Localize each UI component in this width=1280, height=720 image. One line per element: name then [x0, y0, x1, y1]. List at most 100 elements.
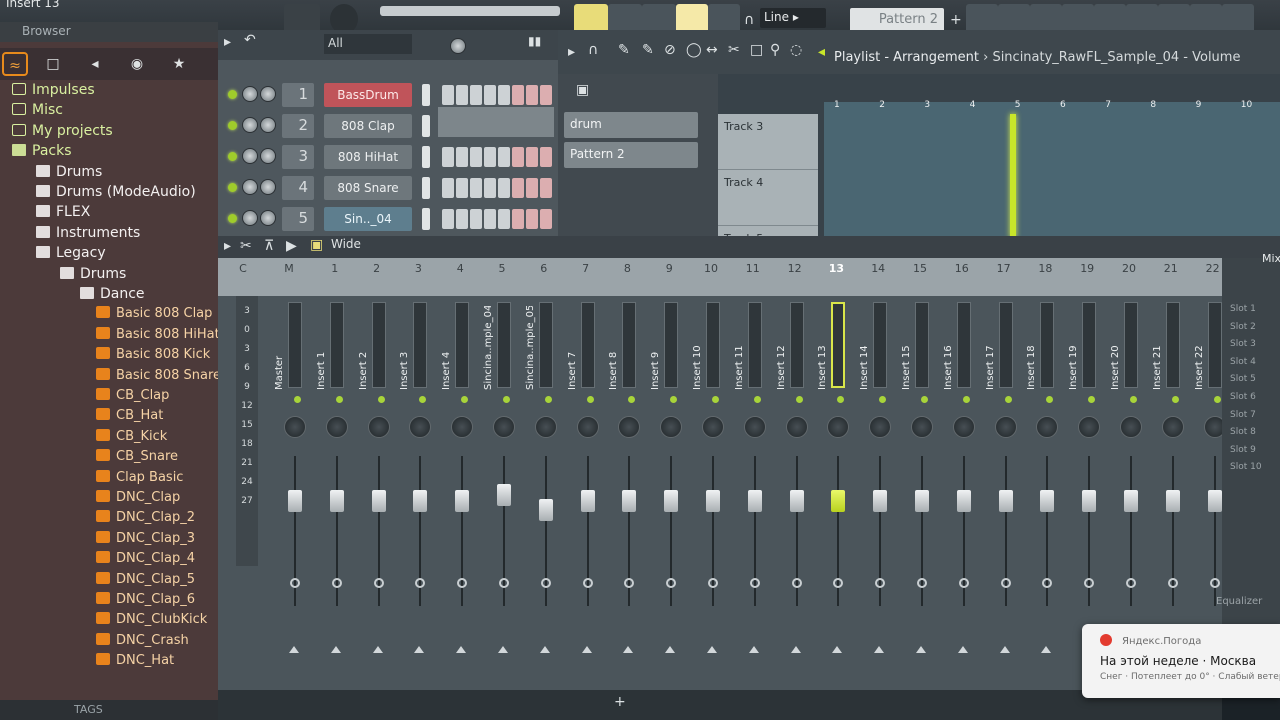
pan-knob[interactable]: [827, 416, 850, 438]
pan-knob[interactable]: [493, 416, 515, 438]
add-pattern-icon[interactable]: +: [950, 12, 962, 28]
ruler-bar-number[interactable]: 7: [1105, 100, 1111, 110]
online-tab-icon[interactable]: ◉: [124, 52, 150, 76]
browser-item[interactable]: CB_Snare: [96, 447, 178, 467]
channel-volume-knob[interactable]: [260, 86, 276, 102]
send-arrow-icon[interactable]: [790, 646, 801, 653]
mixer-slot[interactable]: Slot 4: [1230, 357, 1256, 367]
mixer-column-number[interactable]: 8: [612, 262, 642, 275]
mixer-column-number[interactable]: 19: [1072, 262, 1102, 275]
mixer-column-number[interactable]: 10: [696, 262, 726, 275]
browser-item[interactable]: Legacy: [36, 243, 106, 263]
mixer-slot[interactable]: Slot 10: [1230, 462, 1262, 472]
pan-knob[interactable]: [869, 416, 892, 438]
mixer-menu-icon[interactable]: ▸: [224, 238, 231, 254]
volume-fader[interactable]: [288, 490, 302, 512]
browser-item[interactable]: Basic 808 HiHat: [96, 325, 218, 345]
playback-tool-icon[interactable]: ◌: [790, 42, 802, 58]
mixer-strip-name[interactable]: Sincina..mple_05: [525, 306, 541, 390]
mixer-strip[interactable]: Insert 1: [316, 296, 356, 690]
step-button[interactable]: [512, 209, 524, 229]
browser-item[interactable]: Misc: [12, 100, 63, 120]
delete-tool-icon[interactable]: ⊘: [664, 42, 676, 58]
send-arrow-icon[interactable]: [665, 646, 676, 653]
fx-routing-icon[interactable]: [791, 578, 802, 588]
pan-knob[interactable]: [785, 416, 808, 438]
send-arrow-icon[interactable]: [414, 646, 425, 653]
mixer-slot[interactable]: Slot 7: [1230, 410, 1256, 420]
strip-enable-led[interactable]: [712, 396, 719, 403]
speaker-icon[interactable]: ◂: [818, 44, 825, 60]
browser-item[interactable]: Drums: [60, 264, 126, 284]
channel-row[interactable]: 1 BassDrum: [218, 80, 558, 110]
channel-name-button[interactable]: 808 Clap: [324, 114, 412, 138]
send-arrow-icon[interactable]: [289, 646, 299, 653]
browser-item[interactable]: CB_Hat: [96, 406, 163, 426]
volume-fader[interactable]: [706, 490, 720, 512]
step-button[interactable]: [512, 178, 524, 198]
channel-volume-knob[interactable]: [260, 179, 276, 195]
pan-knob[interactable]: [1161, 416, 1184, 438]
fx-routing-icon[interactable]: [1167, 578, 1178, 588]
fx-routing-icon[interactable]: [749, 578, 760, 588]
strip-enable-led[interactable]: [461, 396, 469, 403]
channel-pan-knob[interactable]: [242, 86, 258, 102]
strip-enable-led[interactable]: [962, 396, 970, 403]
mixer-column-number[interactable]: 15: [905, 262, 935, 275]
step-button[interactable]: [456, 178, 468, 198]
step-button[interactable]: [470, 178, 482, 198]
strip-enable-led[interactable]: [1130, 396, 1137, 403]
volume-fader[interactable]: [329, 490, 344, 512]
ruler-bar-number[interactable]: 5: [1015, 100, 1021, 110]
step-button[interactable]: [498, 178, 510, 198]
fx-routing-icon[interactable]: [457, 578, 468, 588]
browser-item[interactable]: CB_Kick: [96, 427, 167, 447]
browser-item[interactable]: DNC_Clap_2: [96, 508, 195, 528]
volume-fader[interactable]: [455, 490, 470, 512]
step-button[interactable]: [470, 147, 482, 167]
step-button[interactable]: [498, 209, 510, 229]
mixer-strip-name[interactable]: Insert 17: [985, 306, 1001, 390]
browser-item[interactable]: DNC_Clap: [96, 488, 180, 508]
ruler-bar-number[interactable]: 3: [924, 100, 930, 110]
pattern-item[interactable]: drum: [564, 112, 698, 138]
pan-knob[interactable]: [534, 416, 557, 438]
fx-routing-icon[interactable]: [917, 578, 927, 588]
mixer-strip[interactable]: Sincina..mple_04: [483, 296, 523, 690]
mixer-route-icon[interactable]: ▶: [286, 238, 297, 254]
mixer-column-number[interactable]: 20: [1114, 262, 1144, 275]
fx-routing-icon[interactable]: [582, 578, 593, 588]
step-button[interactable]: [526, 147, 538, 167]
strip-enable-led[interactable]: [670, 396, 678, 403]
pan-knob[interactable]: [325, 416, 348, 438]
mixer-slot[interactable]: Slot 1: [1230, 304, 1256, 314]
mixer-link-icon[interactable]: ⊼: [264, 238, 274, 254]
mixer-strip-name[interactable]: Sincina..mple_04: [483, 306, 499, 390]
graph-editor-icon[interactable]: ▮▮: [528, 34, 541, 48]
pan-knob[interactable]: [1078, 416, 1101, 438]
volume-fader[interactable]: [538, 499, 553, 521]
mixer-strip-name[interactable]: Insert 14: [859, 306, 875, 390]
fx-routing-icon[interactable]: [499, 578, 509, 588]
fx-routing-icon[interactable]: [415, 578, 426, 588]
strip-enable-led[interactable]: [1088, 396, 1096, 403]
fx-routing-icon[interactable]: [875, 578, 886, 588]
volume-fader[interactable]: [1040, 490, 1055, 512]
browser-item[interactable]: Clap Basic: [96, 468, 183, 488]
browser-item[interactable]: DNC_Clap_3: [96, 529, 195, 549]
mixer-strip-name[interactable]: Master: [274, 306, 290, 390]
channel-active-led[interactable]: [228, 214, 237, 223]
channel-row[interactable]: 3 808 HiHat: [218, 142, 558, 172]
mixer-slot[interactable]: Slot 8: [1230, 427, 1256, 437]
step-button[interactable]: [442, 209, 454, 229]
volume-fader[interactable]: [413, 490, 428, 512]
fx-routing-icon[interactable]: [331, 578, 342, 588]
step-button[interactable]: [526, 209, 538, 229]
mixer-column-number[interactable]: 21: [1156, 262, 1186, 275]
strip-enable-led[interactable]: [335, 396, 343, 403]
fx-routing-icon[interactable]: [1000, 578, 1011, 588]
send-arrow-icon[interactable]: [999, 646, 1010, 653]
step-button[interactable]: [540, 178, 552, 198]
step-button[interactable]: [484, 85, 496, 105]
step-button[interactable]: [540, 85, 552, 105]
